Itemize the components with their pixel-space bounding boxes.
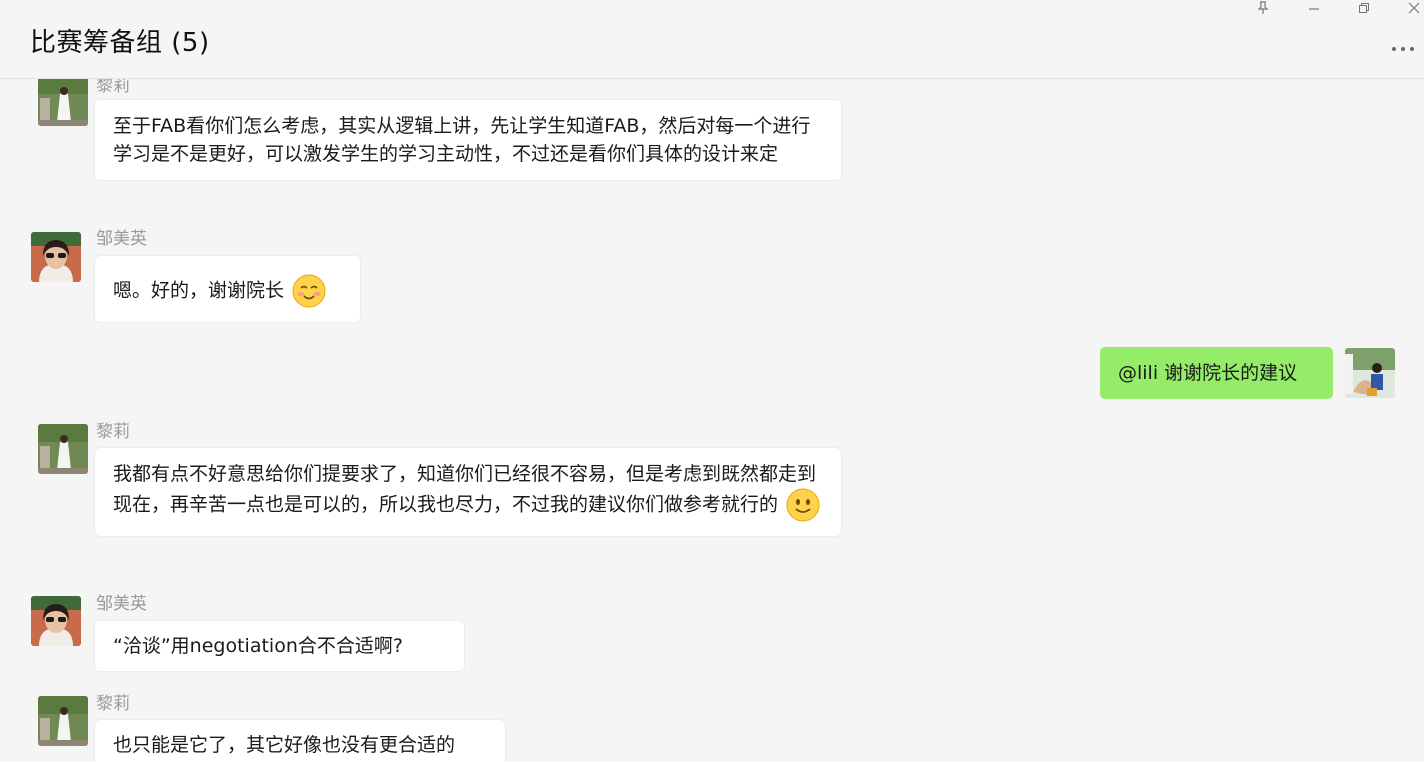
close-icon[interactable] bbox=[1394, 0, 1424, 16]
message-bubble[interactable]: 至于FAB看你们怎么考虑，其实从逻辑上讲，先让学生知道FAB，然后对每一个进行学… bbox=[95, 100, 841, 180]
message-text: 也只能是它了，其它好像也没有更合适的 bbox=[113, 734, 456, 756]
avatar-zou[interactable] bbox=[31, 232, 81, 282]
message-text: 至于FAB看你们怎么考虑，其实从逻辑上讲，先让学生知道FAB，然后对每一个进行学… bbox=[113, 115, 811, 165]
sender-name: 邹美英 bbox=[96, 229, 147, 249]
chat-header: 比赛筹备组 (5) bbox=[0, 0, 1424, 79]
avatar-zou[interactable] bbox=[31, 596, 81, 646]
sender-name: 邹美英 bbox=[96, 594, 147, 614]
avatar-lili[interactable] bbox=[38, 79, 88, 126]
message-bubble[interactable]: 也只能是它了，其它好像也没有更合适的 bbox=[95, 720, 505, 762]
message-text: “洽谈”用negotiation合不合适啊? bbox=[113, 635, 403, 657]
sender-name: 黎莉 bbox=[96, 422, 130, 442]
minimize-icon[interactable] bbox=[1294, 0, 1334, 16]
blush-emoji bbox=[292, 274, 326, 308]
more-dots-icon[interactable] bbox=[1388, 40, 1418, 58]
chat-title: 比赛筹备组 (5) bbox=[30, 28, 210, 58]
message-list[interactable]: 黎莉 至于FAB看你们怎么考虑，其实从逻辑上讲，先让学生知道FAB，然后对每一个… bbox=[0, 79, 1424, 762]
message-bubble[interactable]: 我都有点不好意思给你们提要求了，知道你们已经很不容易，但是考虑到既然都走到现在，… bbox=[95, 448, 841, 536]
pin-icon[interactable] bbox=[1243, 0, 1283, 16]
avatar-lili[interactable] bbox=[38, 696, 88, 746]
message-bubble[interactable]: “洽谈”用negotiation合不合适啊? bbox=[95, 621, 464, 671]
avatar-me[interactable] bbox=[1345, 348, 1395, 398]
avatar-lili[interactable] bbox=[38, 424, 88, 474]
message-bubble-outgoing[interactable]: @lili 谢谢院长的建议 bbox=[1100, 347, 1333, 399]
smile-emoji bbox=[786, 488, 820, 522]
restore-icon[interactable] bbox=[1344, 0, 1384, 16]
sender-name: 黎莉 bbox=[96, 79, 130, 96]
message-text: 我都有点不好意思给你们提要求了，知道你们已经很不容易，但是考虑到既然都走到现在，… bbox=[113, 463, 817, 516]
sender-name: 黎莉 bbox=[96, 694, 130, 714]
message-text: @lili 谢谢院长的建议 bbox=[1118, 362, 1298, 384]
message-text: 嗯。好的，谢谢院长 bbox=[113, 279, 285, 302]
message-bubble[interactable]: 嗯。好的，谢谢院长 bbox=[95, 256, 360, 322]
